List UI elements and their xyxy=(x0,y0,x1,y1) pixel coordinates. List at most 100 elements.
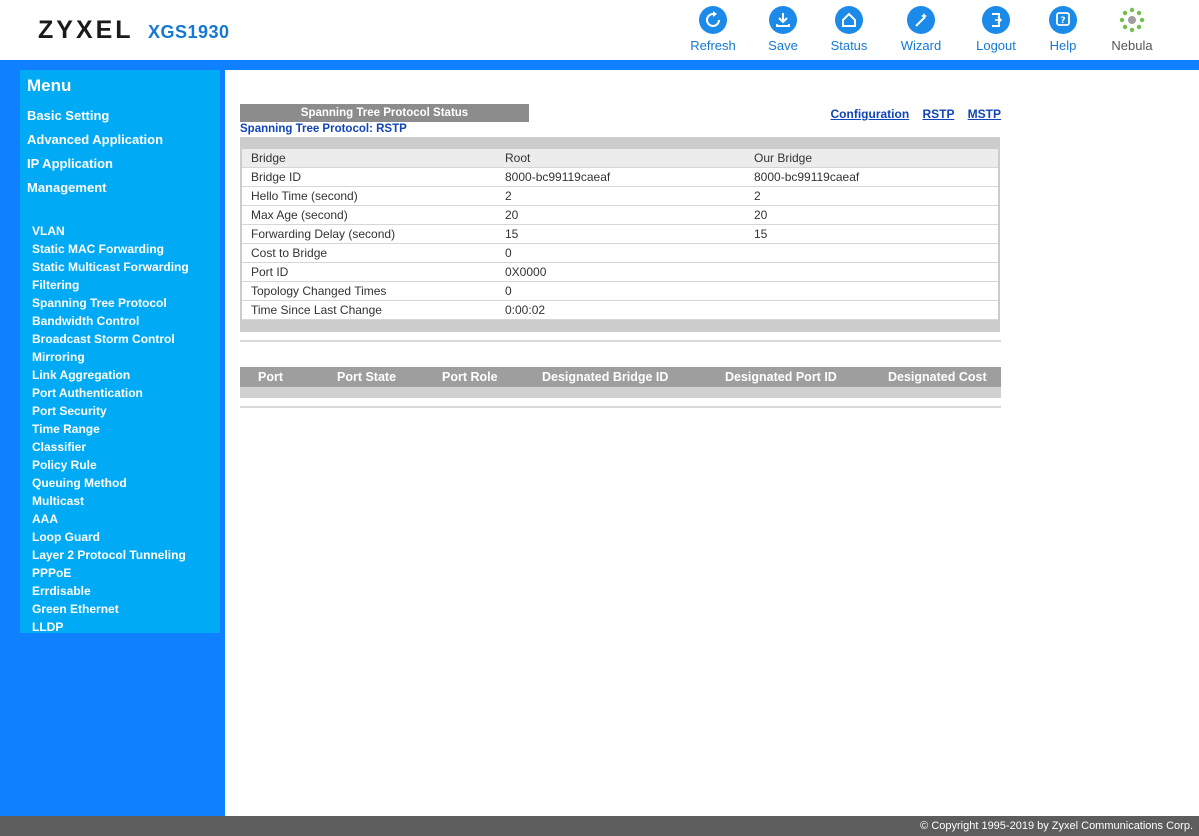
copyright-text: © Copyright 1995-2019 by Zyxel Communica… xyxy=(920,820,1193,832)
submenu-port-security[interactable]: Port Security xyxy=(32,402,220,420)
root-value: 0:00:02 xyxy=(496,300,745,320)
menu-advanced-application[interactable]: Advanced Application xyxy=(27,132,163,147)
our-bridge-value: 8000-bc99119caeaf xyxy=(745,167,998,187)
submenu-multicast[interactable]: Multicast xyxy=(32,492,220,510)
refresh-button[interactable]: Refresh xyxy=(678,6,748,53)
download-icon xyxy=(769,6,797,34)
bridge-status-table: Bridge Root Our Bridge Bridge ID 8000-bc… xyxy=(242,149,998,320)
port-status-table: Port Port State Port Role Designated Bri… xyxy=(240,367,1001,398)
submenu-filtering[interactable]: Filtering xyxy=(32,276,220,294)
col-port-role: Port Role xyxy=(442,370,498,384)
help-button[interactable]: ? Help xyxy=(1028,6,1098,53)
configuration-link[interactable]: Configuration xyxy=(831,107,910,121)
wizard-button[interactable]: Wizard xyxy=(886,6,956,53)
submenu-static-multicast-forwarding[interactable]: Static Multicast Forwarding xyxy=(32,258,220,276)
row-label: Cost to Bridge xyxy=(242,243,496,263)
save-button[interactable]: Save xyxy=(748,6,818,53)
bridge-status-panel: Bridge Root Our Bridge Bridge ID 8000-bc… xyxy=(240,137,1000,332)
panel-title: Spanning Tree Protocol Status xyxy=(240,104,529,122)
col-port-state: Port State xyxy=(337,370,397,384)
magic-wand-icon xyxy=(907,6,935,34)
svg-text:?: ? xyxy=(1060,16,1065,26)
refresh-icon xyxy=(699,6,727,34)
table-row: Topology Changed Times 0 xyxy=(242,281,998,301)
rstp-link[interactable]: RSTP xyxy=(923,107,955,121)
row-label: Max Age (second) xyxy=(242,205,496,225)
wizard-label: Wizard xyxy=(900,38,942,53)
status-button[interactable]: Status xyxy=(814,6,884,53)
submenu-pppoe[interactable]: PPPoE xyxy=(32,564,220,582)
table-row: Cost to Bridge 0 xyxy=(242,243,998,263)
submenu-static-mac-forwarding[interactable]: Static MAC Forwarding xyxy=(32,240,220,258)
submenu-port-authentication[interactable]: Port Authentication xyxy=(32,384,220,402)
status-label: Status xyxy=(830,38,868,53)
submenu-layer2-protocol-tunneling[interactable]: Layer 2 Protocol Tunneling xyxy=(32,546,220,564)
page-links: Configuration RSTP MSTP xyxy=(821,107,1001,121)
save-label: Save xyxy=(768,38,798,53)
refresh-label: Refresh xyxy=(690,38,736,53)
submenu-errdisable[interactable]: Errdisable xyxy=(32,582,220,600)
submenu-broadcast-storm-control[interactable]: Broadcast Storm Control xyxy=(32,330,220,348)
main-menu: Menu Basic Setting Advanced Application … xyxy=(20,70,220,218)
submenu-aaa[interactable]: AAA xyxy=(32,510,220,528)
header-root: Root xyxy=(496,149,745,168)
main-content: Spanning Tree Protocol Status Spanning T… xyxy=(225,70,1199,816)
submenu-bandwidth-control[interactable]: Bandwidth Control xyxy=(32,312,220,330)
section-divider xyxy=(240,340,1001,342)
submenu-lldp[interactable]: LLDP xyxy=(32,618,220,636)
root-value: 0 xyxy=(496,243,745,263)
submenu-time-range[interactable]: Time Range xyxy=(32,420,220,438)
zyxel-logo: ZYXEL xyxy=(38,16,134,44)
our-bridge-value: 15 xyxy=(745,224,998,244)
submenu-loop-guard[interactable]: Loop Guard xyxy=(32,528,220,546)
header-strip xyxy=(0,60,1199,70)
table-row: Forwarding Delay (second) 15 15 xyxy=(242,224,998,244)
menu-management[interactable]: Management xyxy=(27,180,106,195)
table-row: Max Age (second) 20 20 xyxy=(242,205,998,225)
root-value: 15 xyxy=(496,224,745,244)
submenu-green-ethernet[interactable]: Green Ethernet xyxy=(32,600,220,618)
menu-basic-setting[interactable]: Basic Setting xyxy=(27,108,109,123)
header: ZYXEL XGS1930 Refresh Save Status Wizard… xyxy=(0,0,1199,60)
submenu-spanning-tree-protocol[interactable]: Spanning Tree Protocol xyxy=(32,294,220,312)
our-bridge-value xyxy=(745,262,998,282)
table-header-row: Bridge Root Our Bridge xyxy=(242,149,998,168)
section-divider xyxy=(240,406,1001,408)
row-label: Port ID xyxy=(242,262,496,282)
nebula-label: Nebula xyxy=(1111,38,1153,53)
row-label: Time Since Last Change xyxy=(242,300,496,320)
nebula-button[interactable]: Nebula xyxy=(1097,6,1167,53)
row-label: Bridge ID xyxy=(242,167,496,187)
menu-title: Menu xyxy=(27,76,72,95)
our-bridge-value xyxy=(745,300,998,320)
header-our-bridge: Our Bridge xyxy=(745,149,998,168)
help-icon: ? xyxy=(1049,6,1077,34)
root-value: 2 xyxy=(496,186,745,206)
submenu-policy-rule[interactable]: Policy Rule xyxy=(32,456,220,474)
submenu-mirroring[interactable]: Mirroring xyxy=(32,348,220,366)
table-row: Time Since Last Change 0:00:02 xyxy=(242,300,998,320)
col-designated-cost: Designated Cost xyxy=(888,370,987,384)
submenu-queuing-method[interactable]: Queuing Method xyxy=(32,474,220,492)
submenu-vlan[interactable]: VLAN xyxy=(32,222,220,240)
submenu-classifier[interactable]: Classifier xyxy=(32,438,220,456)
port-table-header: Port Port State Port Role Designated Bri… xyxy=(240,367,1001,387)
submenu-link-aggregation[interactable]: Link Aggregation xyxy=(32,366,220,384)
our-bridge-value: 20 xyxy=(745,205,998,225)
help-label: Help xyxy=(1049,38,1077,53)
row-label: Forwarding Delay (second) xyxy=(242,224,496,244)
col-designated-bridge-id: Designated Bridge ID xyxy=(542,370,669,384)
logout-label: Logout xyxy=(976,38,1016,53)
protocol-label: Spanning Tree Protocol: RSTP xyxy=(240,123,407,135)
our-bridge-value xyxy=(745,281,998,301)
mstp-link[interactable]: MSTP xyxy=(968,107,1001,121)
menu-ip-application[interactable]: IP Application xyxy=(27,156,113,171)
root-value: 8000-bc99119caeaf xyxy=(496,167,745,187)
advanced-application-submenu: VLAN Static MAC Forwarding Static Multic… xyxy=(20,218,220,636)
footer: © Copyright 1995-2019 by Zyxel Communica… xyxy=(0,816,1199,836)
logout-button[interactable]: Logout xyxy=(961,6,1031,53)
our-bridge-value: 2 xyxy=(745,186,998,206)
home-icon xyxy=(835,6,863,34)
table-row: Port ID 0X0000 xyxy=(242,262,998,282)
row-label: Topology Changed Times xyxy=(242,281,496,301)
